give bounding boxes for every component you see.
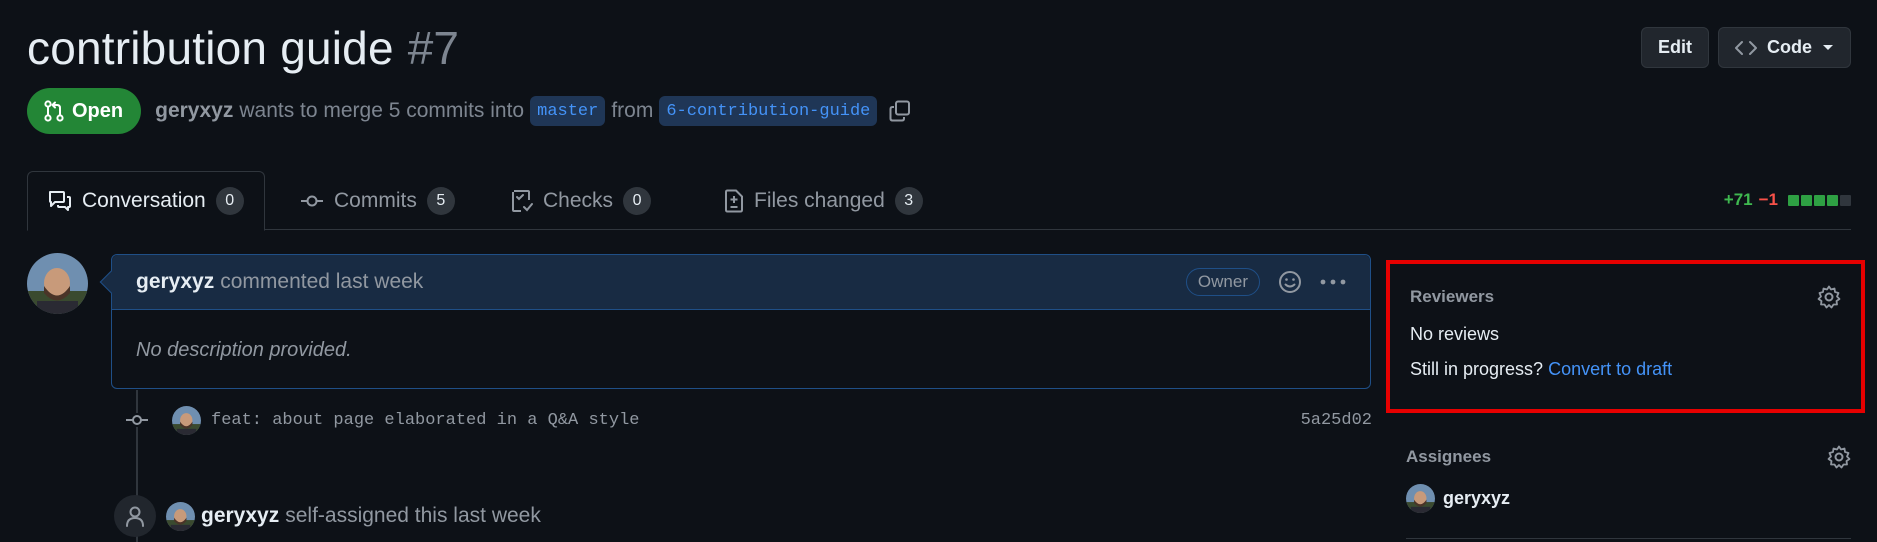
avatar[interactable] xyxy=(27,253,88,314)
diffstat-block xyxy=(1801,194,1812,206)
reviewers-header: Reviewers xyxy=(1410,284,1841,310)
tab-conversation[interactable]: Conversation 0 xyxy=(27,171,265,231)
assignees-section: Assignees geryxyz xyxy=(1406,444,1851,540)
pull-request-icon xyxy=(44,100,64,122)
pr-number: #7 xyxy=(407,22,459,74)
reviewers-title: Reviewers xyxy=(1410,287,1495,306)
person-icon xyxy=(114,495,156,537)
assignee-item[interactable]: geryxyz xyxy=(1406,484,1851,513)
comment-discussion-icon xyxy=(48,190,72,212)
tab-label: Files changed xyxy=(754,188,885,212)
state-label: Open xyxy=(72,99,124,122)
tab-counter: 5 xyxy=(426,186,455,215)
base-branch[interactable]: master xyxy=(530,96,606,126)
reviewers-value: No reviews xyxy=(1410,324,1500,344)
pr-meta: Open geryxyz wants to merge 5 commits in… xyxy=(27,88,911,134)
gear-icon[interactable] xyxy=(1817,285,1841,309)
tab-label: Conversation xyxy=(82,189,206,212)
sidebar-divider xyxy=(1406,538,1851,539)
code-icon xyxy=(1735,39,1757,57)
reviewers-section: Reviewers No reviews Still in progress? … xyxy=(1386,260,1865,413)
header-actions: Edit Code xyxy=(1641,27,1851,68)
tab-counter: 0 xyxy=(623,186,652,215)
diffstat-block xyxy=(1840,194,1851,206)
edit-button[interactable]: Edit xyxy=(1641,27,1709,68)
comment-header: geryxyz commented last week Owner xyxy=(112,255,1370,310)
tab-counter: 0 xyxy=(215,187,244,215)
assignee-name: geryxyz xyxy=(1443,488,1511,508)
smiley-icon[interactable] xyxy=(1278,270,1302,294)
avatar[interactable] xyxy=(166,501,195,531)
chevron-down-icon xyxy=(1822,44,1834,52)
timeline-event: geryxyz self-assigned this last week xyxy=(114,495,541,537)
diffstat-block xyxy=(1827,194,1838,206)
additions-count: +71 xyxy=(1723,190,1753,209)
pr-tabs: Conversation 0 Commits 5 Checks 0 Files … xyxy=(27,171,1851,231)
deletions-count: −1 xyxy=(1758,190,1778,209)
tab-files-changed[interactable]: Files changed 3 xyxy=(704,171,943,230)
file-diff-icon xyxy=(724,189,744,213)
diffstat-block xyxy=(1814,194,1825,206)
merge-description: geryxyz wants to merge 5 commits into ma… xyxy=(155,96,911,126)
pr-author-link[interactable]: geryxyz xyxy=(155,99,233,123)
event-description: geryxyz self-assigned this last week xyxy=(166,501,541,531)
pr-title-row: contribution guide #7 xyxy=(27,18,459,78)
head-branch[interactable]: 6-contribution-guide xyxy=(659,96,878,126)
comment-action[interactable]: commented last week xyxy=(220,270,423,294)
assignees-header: Assignees xyxy=(1406,444,1851,470)
draft-row: Still in progress? Convert to draft xyxy=(1410,359,1841,380)
tab-label: Checks xyxy=(543,188,614,212)
event-text: self-assigned this last week xyxy=(285,504,541,527)
commit-message-link[interactable]: feat: about page elaborated in a Q&A sty… xyxy=(211,411,639,430)
draft-prompt: Still in progress? xyxy=(1410,359,1544,379)
diffstat[interactable]: +71 −1 xyxy=(1724,190,1851,210)
comment-author[interactable]: geryxyz xyxy=(136,270,214,294)
code-button-label: Code xyxy=(1767,37,1812,57)
tab-checks[interactable]: Checks 0 xyxy=(491,171,671,230)
pr-title: contribution guide xyxy=(27,22,394,74)
git-commit-icon xyxy=(120,413,154,427)
comment-box: geryxyz commented last week Owner No des… xyxy=(99,254,1371,389)
checklist-icon xyxy=(511,189,533,213)
state-badge: Open xyxy=(27,88,142,134)
from-text: from xyxy=(611,99,654,122)
diffstat-block xyxy=(1788,194,1799,206)
comment-body: No description provided. xyxy=(136,339,352,361)
tab-commits[interactable]: Commits 5 xyxy=(280,171,475,230)
edit-button-label: Edit xyxy=(1658,37,1692,57)
avatar xyxy=(1406,484,1435,513)
tab-label: Commits xyxy=(334,188,417,212)
convert-to-draft-link[interactable]: Convert to draft xyxy=(1548,359,1672,379)
git-commit-icon xyxy=(300,194,324,208)
tab-counter: 3 xyxy=(894,186,923,215)
owner-badge: Owner xyxy=(1185,268,1260,296)
event-author[interactable]: geryxyz xyxy=(201,504,279,528)
diffstat-blocks xyxy=(1788,194,1851,206)
avatar[interactable] xyxy=(172,405,201,435)
gear-icon[interactable] xyxy=(1827,445,1851,469)
assignees-title: Assignees xyxy=(1406,447,1492,466)
kebab-horizontal-icon[interactable] xyxy=(1320,278,1346,286)
copy-icon[interactable] xyxy=(889,100,911,122)
code-button[interactable]: Code xyxy=(1718,27,1851,68)
timeline-commit: feat: about page elaborated in a Q&A sty… xyxy=(120,402,1372,438)
commit-sha-link[interactable]: 5a25d02 xyxy=(1301,411,1372,430)
merge-text: wants to merge 5 commits into xyxy=(239,99,525,122)
